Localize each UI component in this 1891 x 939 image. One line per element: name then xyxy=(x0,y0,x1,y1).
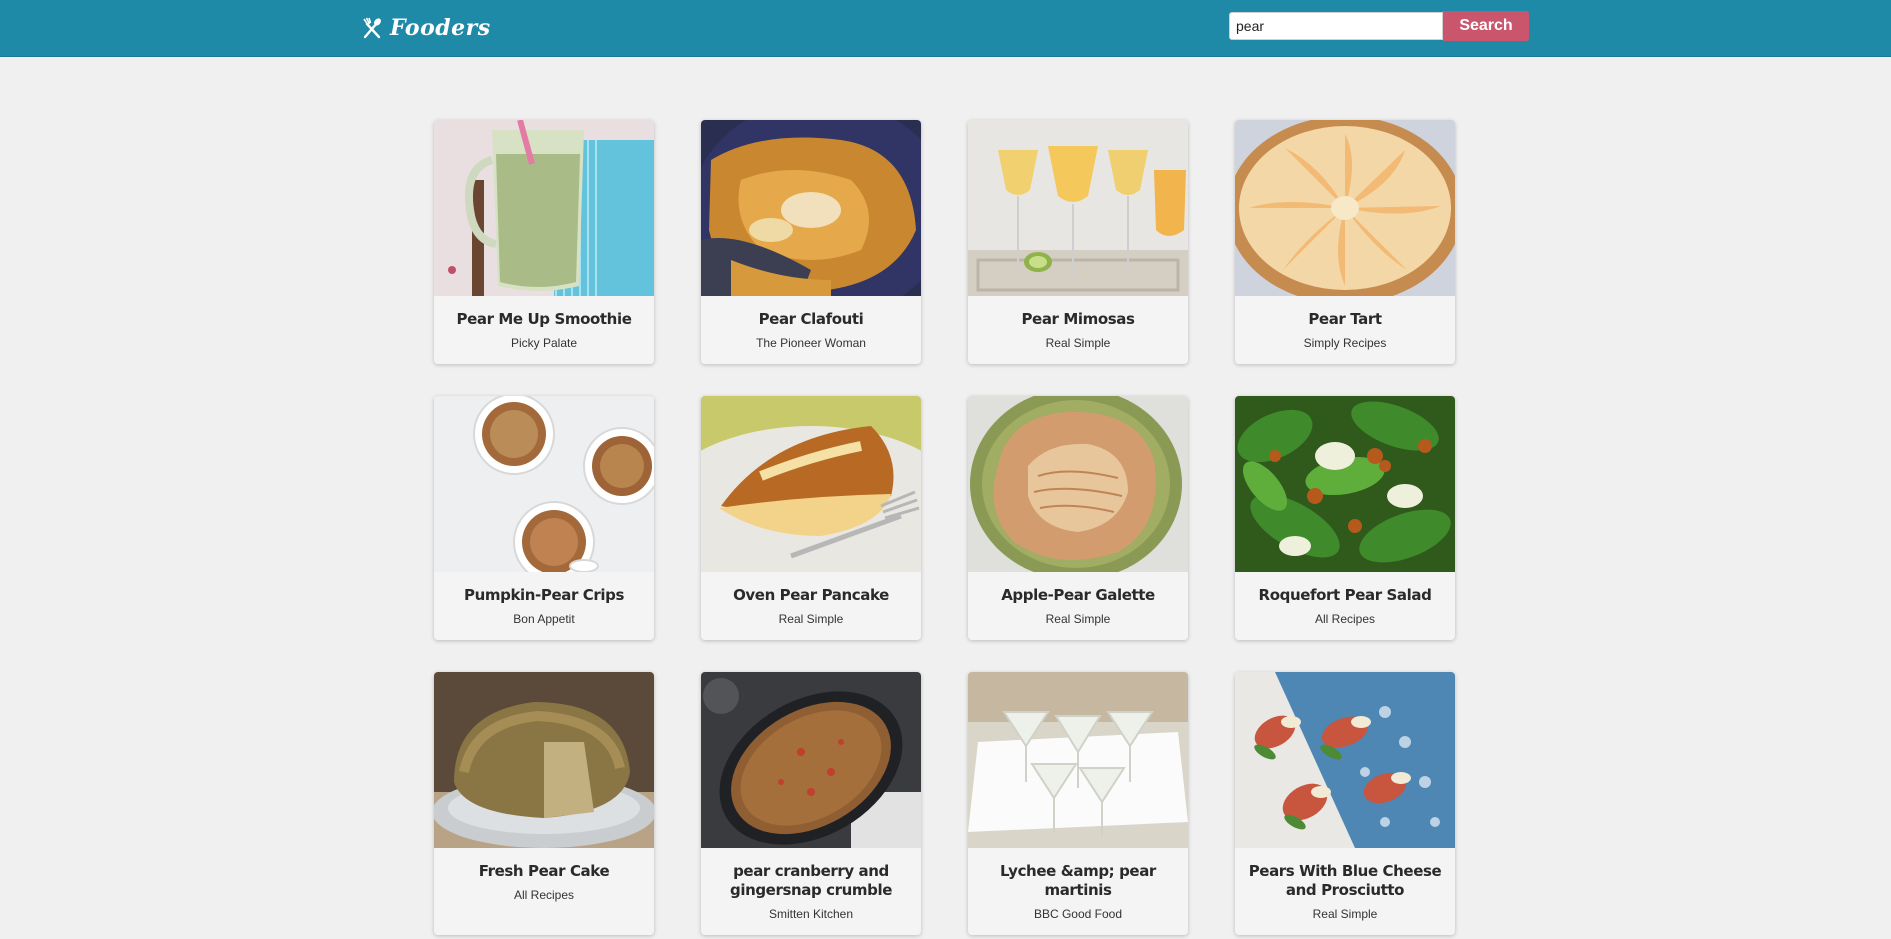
recipe-title: Pears With Blue Cheese and Prosciutto xyxy=(1248,862,1442,899)
recipe-card[interactable]: Pears With Blue Cheese and Prosciutto Re… xyxy=(1235,672,1455,935)
recipe-card[interactable]: Oven Pear Pancake Real Simple xyxy=(701,396,921,640)
recipe-card-body: Pumpkin-Pear Crips Bon Appetit xyxy=(434,572,654,640)
recipe-image xyxy=(701,120,921,296)
recipe-card-body: Lychee &amp; pear martinis BBC Good Food xyxy=(968,848,1188,935)
logo-text: Fooders xyxy=(390,15,491,41)
recipe-title: Pear Me Up Smoothie xyxy=(456,310,632,328)
recipe-source: The Pioneer Woman xyxy=(756,336,866,350)
recipe-title: Pumpkin-Pear Crips xyxy=(464,586,624,604)
recipe-card[interactable]: Pear Me Up Smoothie Picky Palate xyxy=(434,120,654,364)
recipe-title: Pear Mimosas xyxy=(1021,310,1135,328)
recipe-source: Real Simple xyxy=(778,612,844,626)
recipe-title: Roquefort Pear Salad xyxy=(1258,586,1432,604)
recipe-card-body: Roquefort Pear Salad All Recipes xyxy=(1235,572,1455,640)
recipe-image xyxy=(701,396,921,572)
recipe-image xyxy=(1235,396,1455,572)
recipe-source: All Recipes xyxy=(513,888,575,902)
recipe-title: Apple-Pear Galette xyxy=(1001,586,1155,604)
top-navbar: Fooders Search xyxy=(0,0,1891,57)
recipe-image xyxy=(434,396,654,572)
search-input[interactable] xyxy=(1229,12,1443,40)
site-logo[interactable]: Fooders xyxy=(362,13,491,43)
recipe-card-body: Apple-Pear Galette Real Simple xyxy=(968,572,1188,640)
recipe-card-body: Pear Clafouti The Pioneer Woman xyxy=(701,296,921,364)
recipe-source: Bon Appetit xyxy=(513,612,575,626)
recipe-card[interactable]: Pear Clafouti The Pioneer Woman xyxy=(701,120,921,364)
recipe-image xyxy=(968,672,1188,848)
recipe-title: Fresh Pear Cake xyxy=(478,862,610,880)
recipe-card-body: Oven Pear Pancake Real Simple xyxy=(701,572,921,640)
recipe-card-body: Pear Mimosas Real Simple xyxy=(968,296,1188,364)
recipe-image xyxy=(434,120,654,296)
recipe-card[interactable]: Fresh Pear Cake All Recipes xyxy=(434,672,654,935)
recipe-source: Picky Palate xyxy=(510,336,578,350)
recipe-card[interactable]: Pumpkin-Pear Crips Bon Appetit xyxy=(434,396,654,640)
recipe-source: Real Simple xyxy=(1045,336,1111,350)
fork-spoon-icon xyxy=(362,17,382,39)
recipe-title: Lychee &amp; pear martinis xyxy=(1000,862,1156,899)
recipe-grid: Pear Me Up Smoothie Picky Palate Pear Cl… xyxy=(434,120,1456,935)
recipe-source: Real Simple xyxy=(1312,907,1378,921)
recipe-title: pear cranberry and gingersnap crumble xyxy=(729,862,892,899)
recipe-source: All Recipes xyxy=(1314,612,1376,626)
recipe-title: Pear Clafouti xyxy=(758,310,864,328)
recipe-card[interactable]: pear cranberry and gingersnap crumble Sm… xyxy=(701,672,921,935)
recipe-card[interactable]: Roquefort Pear Salad All Recipes xyxy=(1235,396,1455,640)
recipe-title: Oven Pear Pancake xyxy=(733,586,889,604)
recipe-card[interactable]: Apple-Pear Galette Real Simple xyxy=(968,396,1188,640)
recipe-image xyxy=(701,672,921,848)
recipe-source: Real Simple xyxy=(1045,612,1111,626)
recipe-card-body: Pear Tart Simply Recipes xyxy=(1235,296,1455,364)
recipe-title: Pear Tart xyxy=(1308,310,1382,328)
recipe-image xyxy=(968,396,1188,572)
recipe-card[interactable]: Pear Tart Simply Recipes xyxy=(1235,120,1455,364)
recipe-image xyxy=(1235,672,1455,848)
recipe-card[interactable]: Lychee &amp; pear martinis BBC Good Food xyxy=(968,672,1188,935)
recipe-source: Simply Recipes xyxy=(1303,336,1387,350)
recipe-card-body: pear cranberry and gingersnap crumble Sm… xyxy=(701,848,921,935)
search-button[interactable]: Search xyxy=(1443,11,1529,41)
recipe-card-body: Pear Me Up Smoothie Picky Palate xyxy=(434,296,654,364)
recipe-image xyxy=(1235,120,1455,296)
recipe-image xyxy=(434,672,654,848)
recipe-card-body: Fresh Pear Cake All Recipes xyxy=(434,848,654,916)
recipe-source: Smitten Kitchen xyxy=(768,907,854,921)
recipe-card[interactable]: Pear Mimosas Real Simple xyxy=(968,120,1188,364)
recipe-card-body: Pears With Blue Cheese and Prosciutto Re… xyxy=(1235,848,1455,935)
recipe-image xyxy=(968,120,1188,296)
recipe-source: BBC Good Food xyxy=(1033,907,1123,921)
